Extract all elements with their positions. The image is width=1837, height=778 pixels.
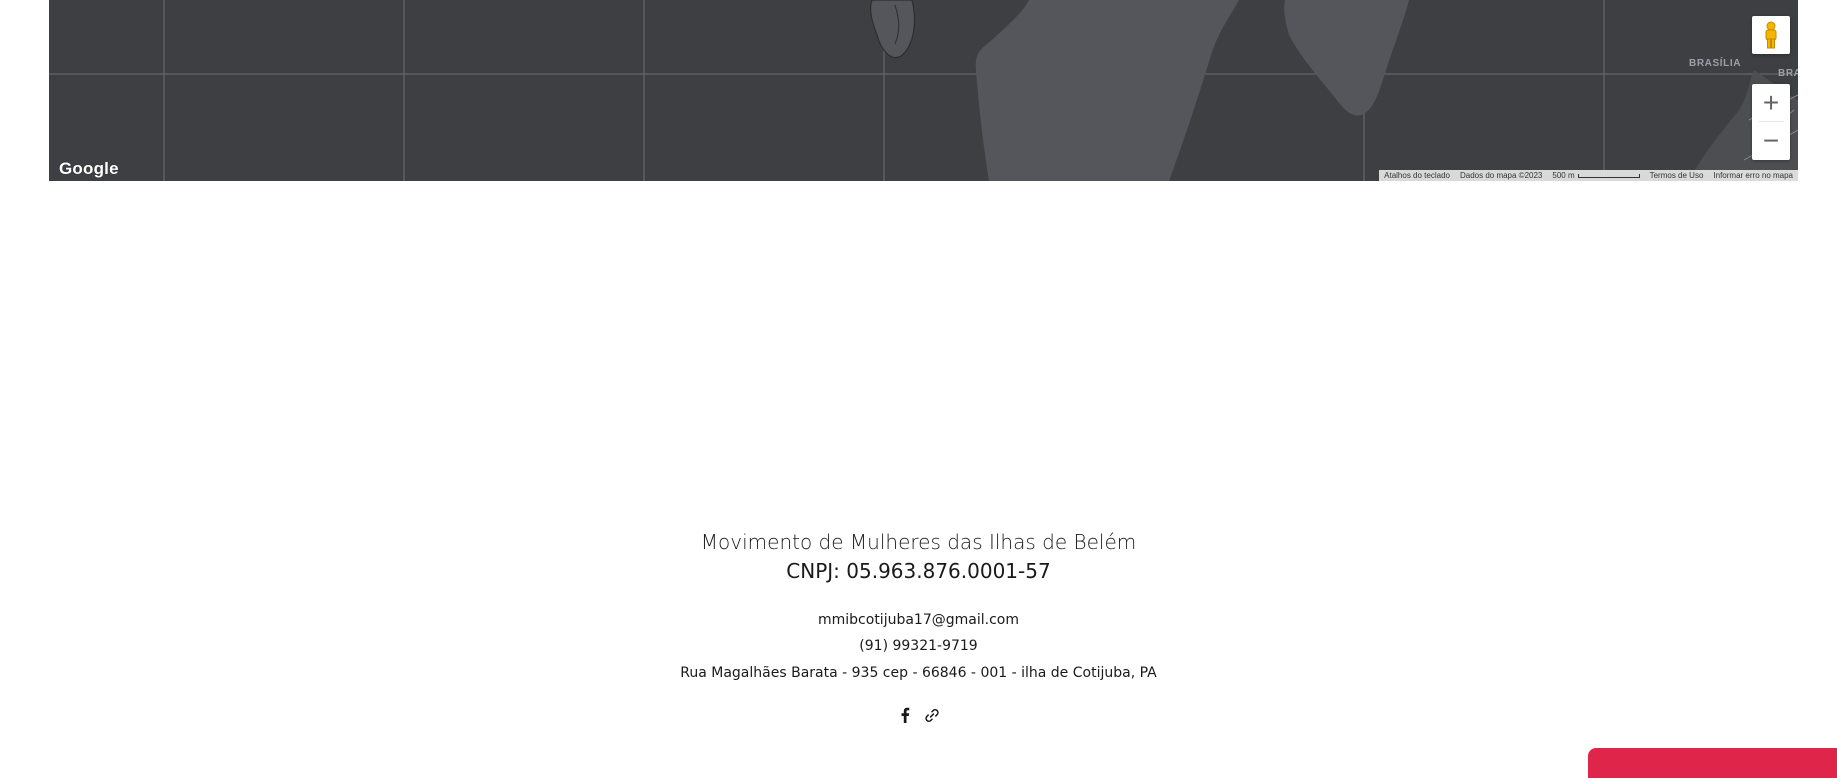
- social-links: [0, 706, 1837, 724]
- report-error-link[interactable]: Informar erro no mapa: [1708, 171, 1798, 180]
- zoom-in-button[interactable]: +: [1752, 84, 1790, 121]
- organization-name: Movimento de Mulheres das Ilhas de Belém: [700, 530, 1137, 554]
- terms-link[interactable]: Termos de Uso: [1645, 171, 1709, 180]
- facebook-icon: [901, 707, 910, 723]
- scale-bar: [1577, 173, 1640, 178]
- map-scale-label: 500 m: [1552, 171, 1575, 180]
- keyboard-shortcuts-link[interactable]: Atalhos do teclado: [1379, 171, 1455, 180]
- facebook-link[interactable]: [897, 706, 913, 724]
- pegman-icon: [1765, 21, 1777, 49]
- contact-email[interactable]: mmibcotijuba17@gmail.com: [0, 612, 1837, 628]
- map-scale[interactable]: 500 m: [1547, 171, 1644, 180]
- map-zoom-control: + −: [1752, 84, 1790, 160]
- map-city-label: BRASÍLIA: [1689, 58, 1742, 69]
- map-attribution-bar: Atalhos do teclado Dados do mapa ©2023 5…: [1379, 170, 1798, 181]
- map-terrain: [49, 0, 1798, 181]
- chat-widget-tab[interactable]: [1588, 748, 1837, 778]
- link-icon: [925, 708, 939, 722]
- zoom-out-icon: −: [1762, 124, 1780, 156]
- map-data-text: Dados do mapa ©2023: [1459, 171, 1543, 180]
- cnpj-text: CNPJ: 05.963.876.0001-57: [786, 559, 1051, 583]
- website-link[interactable]: [924, 706, 940, 724]
- google-logo: Google: [59, 159, 119, 178]
- map-city-label-partial: BRA: [1778, 68, 1798, 79]
- zoom-out-button[interactable]: −: [1752, 122, 1790, 159]
- contact-address: Rua Magalhães Barata - 935 cep - 66846 -…: [680, 665, 1157, 681]
- zoom-in-icon: +: [1762, 86, 1780, 118]
- map-embed[interactable]: BRASÍLIA BRA Google + − Atalhos do tecla…: [49, 0, 1798, 181]
- street-view-pegman-button[interactable]: [1752, 16, 1790, 54]
- contact-phone: (91) 99321-9719: [859, 638, 978, 654]
